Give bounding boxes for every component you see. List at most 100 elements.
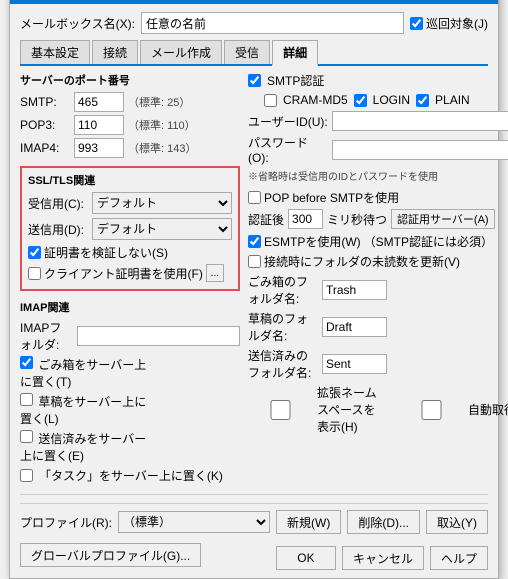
trash-row: ごみ箱をサーバー上に置く(T) — [20, 356, 240, 390]
pop3-input[interactable] — [74, 115, 124, 135]
ok-button[interactable]: OK — [276, 546, 336, 570]
smtp-auth-options: CRAM-MD5 LOGIN PLAIN — [248, 93, 508, 107]
smtp-auth-checkbox[interactable] — [248, 74, 261, 87]
smtp-label: SMTP: — [20, 95, 70, 109]
cert-check-checkbox[interactable] — [28, 246, 41, 259]
cram-md5-checkbox[interactable] — [264, 94, 277, 107]
task-ext-row: 「タスク」をサーバー上に置く(K) — [20, 467, 240, 484]
client-cert-label: クライアント証明書を使用(F) — [44, 265, 203, 282]
tab-detail[interactable]: 詳細 — [272, 40, 318, 66]
pop3-label: POP3: — [20, 118, 70, 132]
tab-receive[interactable]: 受信 — [224, 40, 270, 64]
auto-retrieve-label: 自動取得(Z) — [468, 401, 508, 418]
auth-millis-input[interactable] — [288, 209, 323, 229]
login-checkbox[interactable] — [354, 94, 367, 107]
receive-ssl-select[interactable]: デフォルト SSL/TLS STARTTLS なし — [92, 192, 232, 214]
mailbox-row: メールボックス名(X): 巡回対象(J) — [20, 12, 488, 34]
smtp-default: （標準: 25） — [128, 94, 190, 110]
imap4-input[interactable] — [74, 138, 124, 158]
round-trip-checkbox[interactable] — [410, 17, 423, 30]
tab-connection[interactable]: 接続 — [92, 40, 138, 64]
esmtp-row: ESMTPを使用(W) （SMTP認証には必須） — [248, 233, 508, 250]
delete-button[interactable]: 削除(D)... — [347, 510, 420, 534]
trash-folder-label: ごみ箱のフォルダ名: — [248, 273, 318, 307]
client-cert-checkbox[interactable] — [28, 267, 41, 280]
imap-section-left: IMAP関連 IMAPフォルダ: ごみ箱をサーバー上に置く(T) — [20, 299, 240, 484]
draft-folder-input[interactable] — [322, 317, 387, 337]
trash-checkbox[interactable] — [20, 356, 33, 369]
imap-folder-label: IMAPフォルダ: — [20, 319, 73, 353]
password-label: パスワード(O): — [248, 134, 328, 165]
global-profile-button[interactable]: グローバルプロファイル(G)... — [20, 543, 201, 567]
help-button[interactable]: ヘルプ — [430, 546, 488, 570]
esmtp-note: （SMTP認証には必須） — [364, 233, 493, 250]
mailbox-input[interactable] — [141, 12, 404, 34]
main-content: サーバーのポート番号 SMTP: （標準: 25） POP3: （標準: 110… — [20, 72, 488, 490]
imap-folder-input[interactable] — [77, 326, 240, 346]
ext-ns-row: 拡張ネームスペースを表示(H) 自動取得(Z) — [248, 384, 508, 435]
sent-label: 送信済みをサーバー上に置く(E) — [20, 432, 146, 463]
sent-folder-row: 送信済みのフォルダ名: — [248, 347, 508, 381]
new-button[interactable]: 新規(W) — [276, 510, 341, 534]
esmtp-checkbox[interactable] — [248, 235, 261, 248]
receive-ssl-row: 受信用(C): デフォルト SSL/TLS STARTTLS なし — [28, 192, 232, 214]
pop3-row: POP3: （標準: 110） — [20, 115, 240, 135]
auth-server-button[interactable]: 認証用サーバー(A) — [391, 209, 495, 229]
draft-folder-row: 草稿のフォルダ名: — [248, 310, 508, 344]
right-imap-label: 接続時にフォルダの未読数を更新(V) — [264, 253, 460, 270]
client-cert-button[interactable]: ... — [206, 264, 224, 282]
settings-dialog: [任意の名前]の設定 × メールボックス名(X): 巡回対象(J) 基本設定 接… — [9, 0, 499, 579]
left-column: サーバーのポート番号 SMTP: （標準: 25） POP3: （標準: 110… — [20, 72, 240, 490]
imap4-default: （標準: 143） — [128, 140, 196, 156]
note-text: ※省略時は受信用のIDとパスワードを使用 — [248, 168, 508, 183]
imap-section-title: IMAP関連 — [20, 299, 240, 315]
plain-checkbox[interactable] — [416, 94, 429, 107]
pop3-default: （標準: 110） — [128, 117, 196, 133]
ext-ns-checkbox[interactable] — [248, 400, 313, 420]
ssl-section: SSL/TLS関連 受信用(C): デフォルト SSL/TLS STARTTLS… — [20, 166, 240, 291]
ssl-section-title: SSL/TLS関連 — [28, 172, 232, 188]
tab-mail-compose[interactable]: メール作成 — [140, 40, 222, 64]
task-checkbox[interactable] — [20, 469, 33, 482]
cancel-button[interactable]: キャンセル — [342, 546, 424, 570]
divider — [20, 494, 488, 495]
imap-folder-row: IMAPフォルダ: — [20, 319, 240, 353]
trash-folder-input[interactable] — [322, 280, 387, 300]
sent-checkbox[interactable] — [20, 430, 33, 443]
cram-md5-label: CRAM-MD5 — [283, 93, 348, 107]
smtp-auth-header: SMTP認証 — [248, 72, 508, 89]
password-row: パスワード(O): — [248, 134, 508, 165]
smtp-auth-label: SMTP認証 — [267, 72, 324, 89]
send-ssl-select[interactable]: デフォルト SSL/TLS STARTTLS なし — [92, 218, 232, 240]
auth-millis-label: ミリ秒待つ — [327, 211, 387, 228]
right-column: SMTP認証 CRAM-MD5 LOGIN PLAIN ユーザーID(U): — [248, 72, 508, 490]
login-label: LOGIN — [373, 93, 410, 107]
profile-label: プロファイル(R): — [20, 514, 112, 531]
auth-after-label: 認証後 — [248, 211, 284, 228]
draft-checkbox[interactable] — [20, 393, 33, 406]
user-id-input[interactable] — [332, 111, 508, 131]
plain-label: PLAIN — [435, 93, 470, 107]
profile-select[interactable]: （標準） — [118, 511, 270, 533]
smtp-row: SMTP: （標準: 25） — [20, 92, 240, 112]
action-buttons: OK キャンセル ヘルプ — [276, 546, 488, 570]
cert-check-label: 証明書を検証しない(S) — [44, 244, 168, 261]
import-button[interactable]: 取込(Y) — [426, 510, 488, 534]
password-input[interactable] — [332, 140, 508, 160]
pop-before-checkbox[interactable] — [248, 191, 261, 204]
imap4-label: IMAP4: — [20, 141, 70, 155]
smtp-input[interactable] — [74, 92, 124, 112]
tab-bar: 基本設定 接続 メール作成 受信 詳細 — [20, 40, 488, 66]
profile-row: プロファイル(R): （標準） 新規(W) 削除(D)... 取込(Y) — [20, 503, 488, 534]
round-trip-label: 巡回対象(J) — [426, 15, 488, 32]
port-section: サーバーのポート番号 SMTP: （標準: 25） POP3: （標準: 110… — [20, 72, 240, 158]
tab-basic[interactable]: 基本設定 — [20, 40, 90, 64]
task-label: 「タスク」をサーバー上に置く(K) — [39, 467, 223, 484]
ext-ns-label: 拡張ネームスペースを表示(H) — [317, 384, 387, 435]
auto-retrieve-checkbox[interactable] — [399, 400, 464, 420]
sent-row: 送信済みをサーバー上に置く(E) — [20, 430, 240, 464]
smtp-auth-section: SMTP認証 CRAM-MD5 LOGIN PLAIN ユーザーID(U): — [248, 72, 508, 183]
client-cert-row: クライアント証明書を使用(F) ... — [28, 264, 232, 282]
imap-unread-checkbox[interactable] — [248, 255, 261, 268]
sent-folder-input[interactable] — [322, 354, 387, 374]
